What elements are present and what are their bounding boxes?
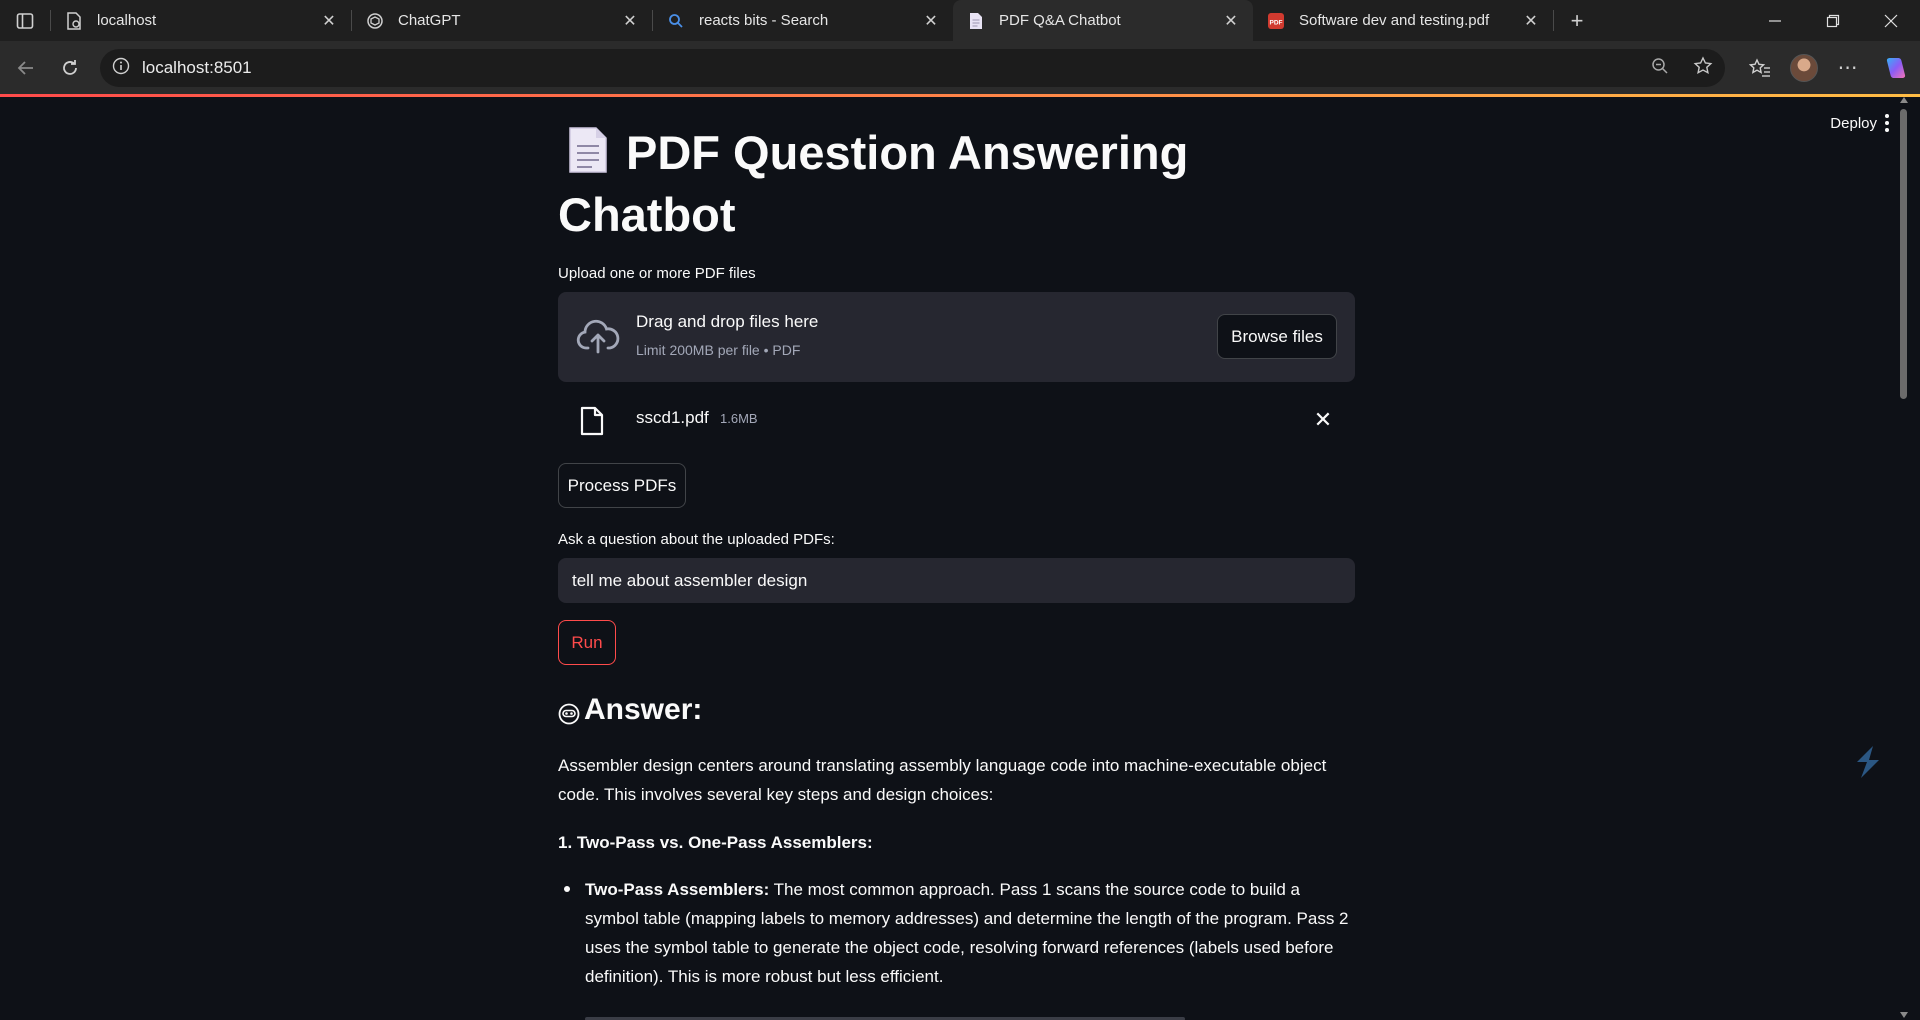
address-bar[interactable]: localhost:8501 [100,49,1725,87]
browse-files-button[interactable]: Browse files [1217,314,1337,359]
svg-text:PDF: PDF [1270,19,1283,26]
tab-title: Software dev and testing.pdf [1299,12,1490,29]
restore-icon[interactable] [1804,0,1862,41]
uploaded-file-row: sscd1.pdf 1.6MB ✕ [558,400,1355,444]
new-tab-icon[interactable]: + [1554,0,1600,41]
site-info-icon[interactable] [112,57,130,80]
favorite-star-icon[interactable] [1693,55,1713,81]
minimize-icon[interactable] [1746,0,1804,41]
main-menu-icon[interactable] [1881,111,1893,135]
app-badge-icon[interactable] [1851,742,1885,782]
favorites-icon[interactable] [1738,57,1782,78]
search-icon [667,12,685,30]
file-size: 1.6MB [720,411,758,426]
scrollbar-thumb[interactable] [1900,109,1907,399]
copilot-icon[interactable] [1870,55,1920,81]
tab-chatgpt[interactable]: ChatGPT ✕ [352,0,652,41]
bullet-title: Two-Pass Assemblers: [585,880,770,899]
zoom-out-icon[interactable] [1651,57,1669,80]
answer-heading: Answer: [558,693,702,727]
dropzone-limit: Limit 200MB per file • PDF [636,342,801,358]
close-tab-icon[interactable]: ✕ [921,11,941,31]
run-button[interactable]: Run [558,620,616,665]
file-dropzone[interactable]: Drag and drop files here Limit 200MB per… [558,292,1355,382]
window-controls [1746,0,1920,41]
tab-title: localhost [97,12,157,29]
browser-toolbar: localhost:8501 ⋯ [0,41,1920,94]
list-item: Two-Pass Assemblers: The most common app… [558,875,1355,991]
doc-icon [967,12,985,30]
tab-title: PDF Q&A Chatbot [999,12,1121,29]
close-tab-icon[interactable]: ✕ [319,11,339,31]
page-title: PDF Question Answering Chatbot [558,122,1198,246]
file-name: sscd1.pdf [636,408,709,427]
reload-icon[interactable] [48,46,92,90]
tab-localhost[interactable]: localhost ✕ [51,0,351,41]
robot-face-icon [558,699,580,725]
tab-search[interactable]: reacts bits - Search ✕ [653,0,953,41]
scroll-up-arrow-icon[interactable] [1900,97,1908,103]
app-viewport: Deploy PDF Question Answering Chatbot Up… [5,97,1909,1020]
answer-intro: Assembler design centers around translat… [558,756,1327,804]
clipped-text-line [585,1011,1185,1020]
file-icon [580,406,604,436]
answer-heading-text: Answer: [584,693,703,726]
chatgpt-icon [366,12,384,30]
upload-label: Upload one or more PDF files [558,265,756,282]
remove-file-icon[interactable]: ✕ [1311,407,1335,432]
close-tab-icon[interactable]: ✕ [620,11,640,31]
back-icon[interactable] [4,46,48,90]
tab-pdf-chatbot[interactable]: PDF Q&A Chatbot ✕ [953,0,1253,41]
tab-pdf-file[interactable]: PDF Software dev and testing.pdf ✕ [1253,0,1553,41]
pdf-icon: PDF [1267,12,1285,30]
answer-section-heading: 1. Two-Pass vs. One-Pass Assemblers: [558,833,873,852]
more-options-icon[interactable]: ⋯ [1826,55,1870,80]
close-window-icon[interactable] [1862,0,1920,41]
sidebar-toggle-icon[interactable] [0,0,50,41]
deploy-button[interactable]: Deploy [1830,115,1877,132]
process-pdfs-button[interactable]: Process PDFs [558,463,686,508]
question-label: Ask a question about the uploaded PDFs: [558,531,835,548]
browser-tab-strip: localhost ✕ ChatGPT ✕ reacts bits - Sear… [0,0,1920,41]
page-scrollbar[interactable] [1898,97,1909,1020]
question-input[interactable] [558,558,1355,603]
scroll-down-arrow-icon[interactable] [1900,1012,1908,1018]
profile-avatar[interactable] [1782,53,1826,82]
tab-title: reacts bits - Search [699,12,829,29]
page-title-text: PDF Question Answering Chatbot [558,126,1189,241]
page-facing-up-icon [568,126,608,174]
url-text: localhost:8501 [142,58,252,77]
page-icon [65,11,83,30]
dropzone-title: Drag and drop files here [636,312,819,331]
cloud-upload-icon [576,318,620,356]
close-tab-icon[interactable]: ✕ [1221,11,1241,31]
close-tab-icon[interactable]: ✕ [1521,11,1541,31]
tab-title: ChatGPT [398,12,461,29]
